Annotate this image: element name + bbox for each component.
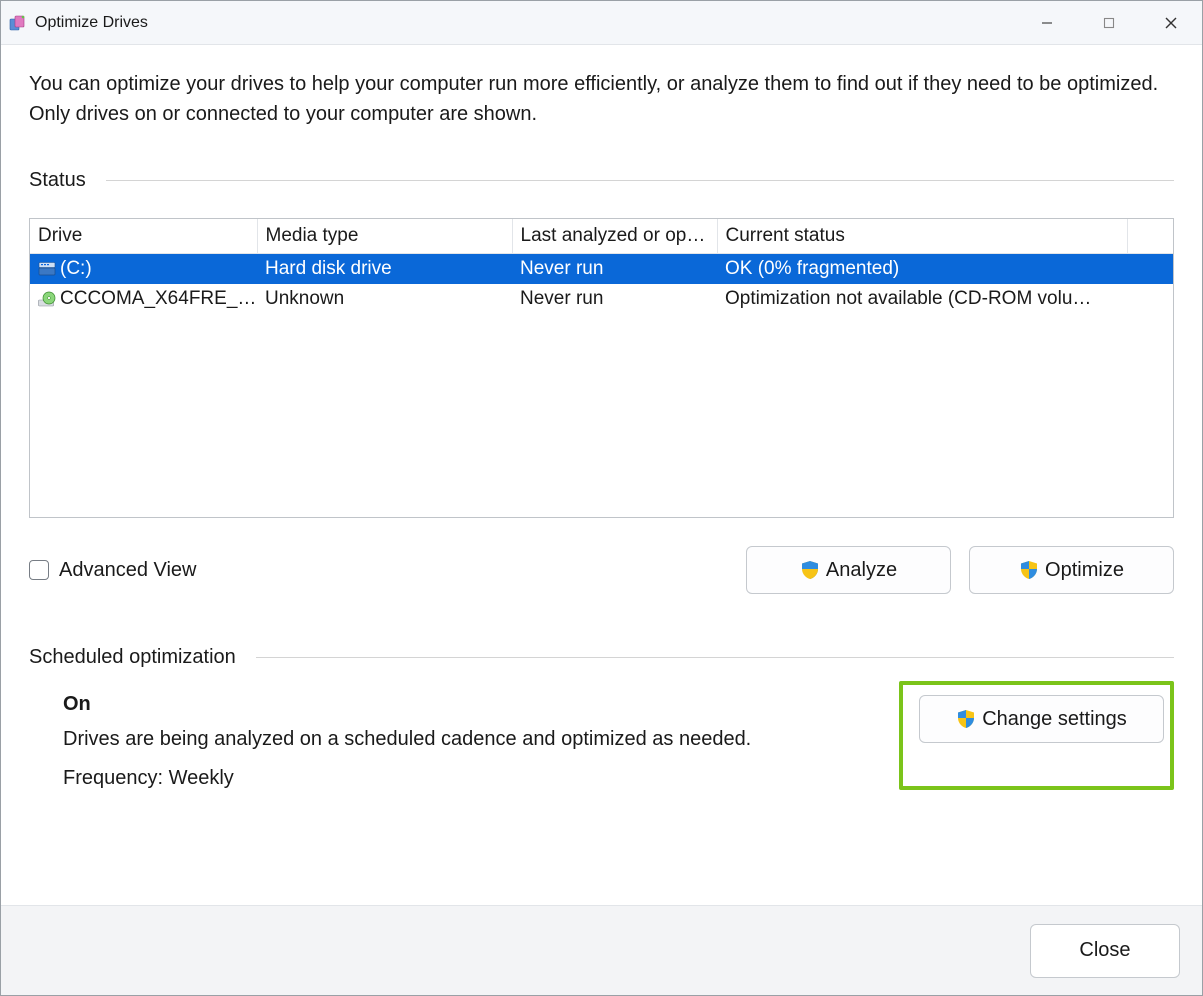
change-settings-label: Change settings [982,708,1127,731]
change-settings-highlight: Change settings [899,681,1174,790]
col-drive[interactable]: Drive [30,219,257,254]
current-status: Optimization not available (CD-ROM volu… [717,284,1127,314]
titlebar[interactable]: Optimize Drives [1,1,1202,45]
shield-icon [800,560,820,580]
shield-icon [1019,560,1039,580]
col-last-analyzed[interactable]: Last analyzed or op… [512,219,717,254]
divider [106,180,1174,181]
schedule-description: Drives are being analyzed on a scheduled… [63,728,869,751]
analyze-button[interactable]: Analyze [746,546,951,594]
close-window-button[interactable] [1140,1,1202,45]
optimize-button[interactable]: Optimize [969,546,1174,594]
scheduled-optimization-label: Scheduled optimization [29,646,236,669]
col-media-type[interactable]: Media type [257,219,512,254]
maximize-button[interactable] [1078,1,1140,45]
schedule-frequency: Frequency: Weekly [63,767,869,790]
col-spacer [1127,219,1173,254]
drive-row-c[interactable]: (C:) Hard disk drive Never run OK (0% fr… [30,254,1173,285]
content-area: You can optimize your drives to help you… [1,45,1202,905]
window-title: Optimize Drives [35,14,1016,32]
optimize-drives-window: Optimize Drives You can optimize your dr… [0,0,1203,996]
col-current-status[interactable]: Current status [717,219,1127,254]
app-icon [9,14,27,32]
intro-text: You can optimize your drives to help you… [29,69,1174,129]
divider [256,657,1174,658]
change-settings-button[interactable]: Change settings [919,695,1164,743]
scheduled-optimization-header: Scheduled optimization [29,646,1174,669]
schedule-status: On [63,693,869,716]
last-analyzed: Never run [512,254,717,285]
status-label: Status [29,169,86,192]
shield-icon [956,709,976,729]
optimize-label: Optimize [1045,559,1124,582]
analyze-label: Analyze [826,559,897,582]
last-analyzed: Never run [512,284,717,314]
drive-name: CCCOMA_X64FRE_… [60,288,256,310]
media-type: Hard disk drive [257,254,512,285]
media-type: Unknown [257,284,512,314]
drive-list[interactable]: Drive Media type Last analyzed or op… Cu… [29,218,1174,518]
advanced-view-checkbox[interactable]: Advanced View [29,559,728,582]
disc-icon [38,291,56,307]
drive-row-cdrom[interactable]: CCCOMA_X64FRE_… Unknown Never run Optimi… [30,284,1173,314]
checkbox-icon [29,560,49,580]
current-status: OK (0% fragmented) [717,254,1127,285]
status-section-header: Status [29,169,1174,192]
advanced-view-label: Advanced View [59,559,197,582]
close-label: Close [1079,939,1130,962]
close-button[interactable]: Close [1030,924,1180,978]
drive-name: (C:) [60,258,92,280]
hdd-icon [38,261,56,277]
footer: Close [1,905,1202,995]
table-header-row[interactable]: Drive Media type Last analyzed or op… Cu… [30,219,1173,254]
minimize-button[interactable] [1016,1,1078,45]
